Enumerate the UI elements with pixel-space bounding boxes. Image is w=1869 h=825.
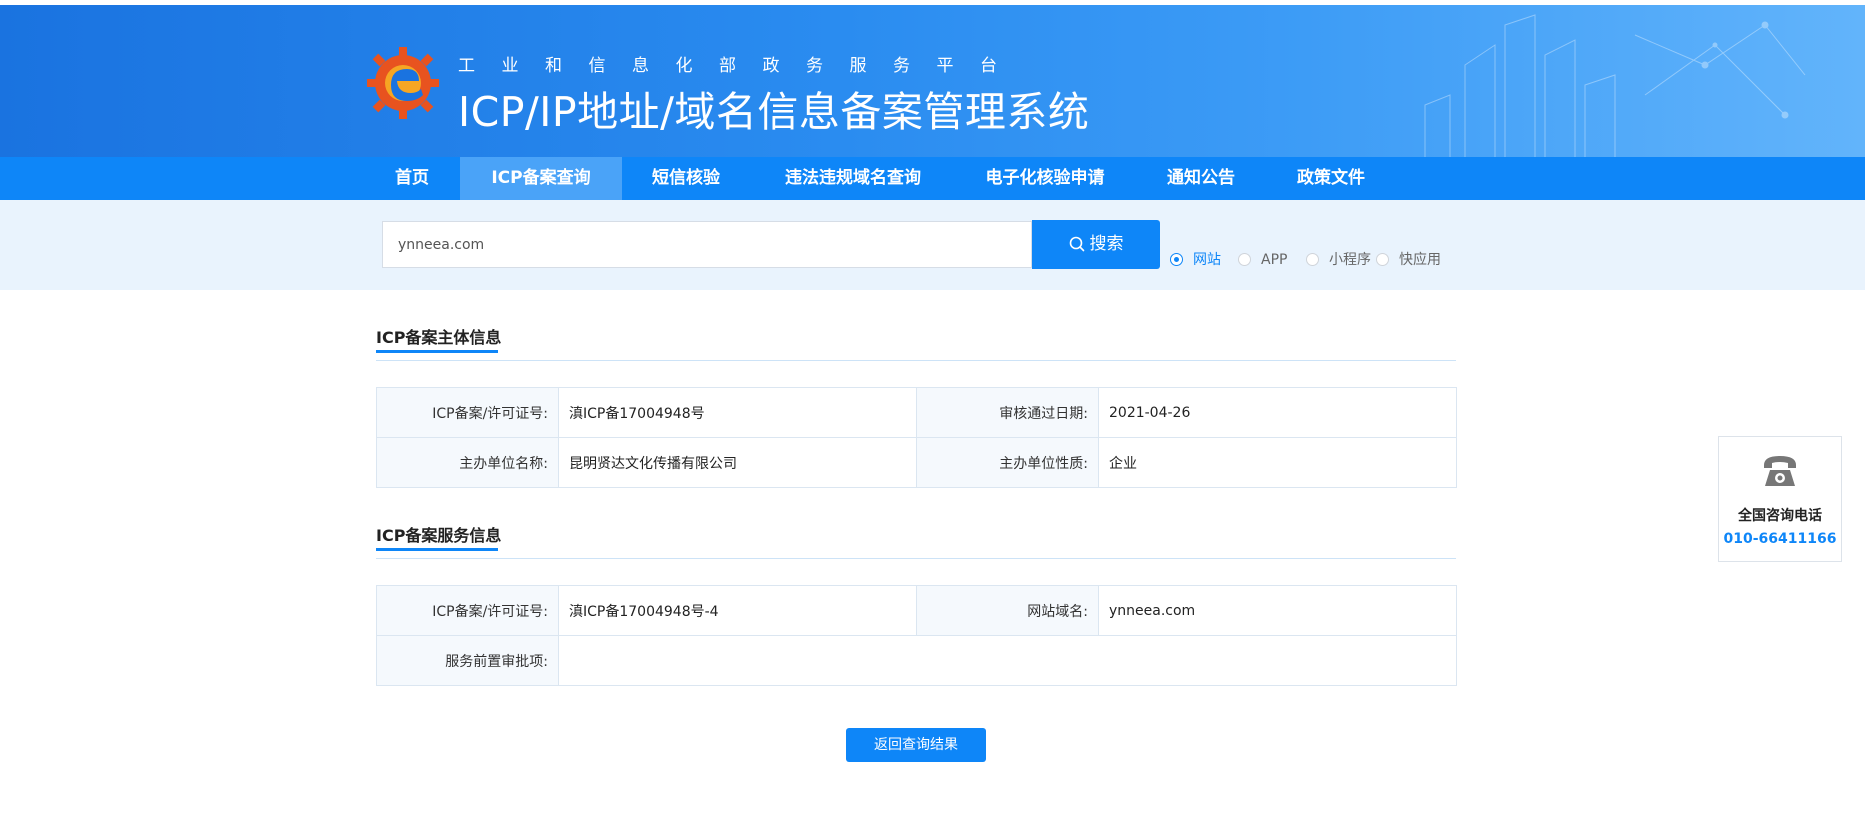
search-button-label: 搜索 (1089, 234, 1124, 254)
field-label: 网站域名: (916, 585, 1099, 636)
search-input[interactable] (382, 221, 1032, 268)
field-label: ICP备案/许可证号: (376, 387, 559, 438)
field-label: ICP备案/许可证号: (376, 585, 559, 636)
system-title: ICP/IP地址/域名信息备案管理系统 (458, 88, 1090, 136)
field-value: 2021-04-26 (1098, 387, 1457, 438)
section-underline (376, 548, 498, 551)
city-skyline-decoration (1424, 14, 1806, 157)
nav-item-e-verify-apply[interactable]: 电子化核验申请 (975, 157, 1115, 200)
field-label: 服务前置审批项: (376, 635, 559, 686)
table-row: ICP备案/许可证号: 滇ICP备17004948号 审核通过日期: 2021-… (376, 387, 1457, 438)
radio-mini-program[interactable]: 小程序 (1306, 251, 1371, 269)
field-label: 审核通过日期: (916, 387, 1099, 438)
consult-phone-widget[interactable]: 全国咨询电话 010-66411166 (1718, 436, 1842, 562)
field-value: ynneea.com (1098, 585, 1457, 636)
field-label: 主办单位性质: (916, 437, 1099, 488)
section-divider (376, 558, 1456, 559)
search-button[interactable]: 搜索 (1032, 220, 1160, 269)
table-row: ICP备案/许可证号: 滇ICP备17004948号-4 网站域名: ynnee… (376, 585, 1457, 636)
field-value: 滇ICP备17004948号-4 (558, 585, 917, 636)
field-value (558, 635, 1457, 686)
radio-website[interactable]: 网站 (1170, 251, 1221, 269)
header-banner: 工业和信息化部政务服务平台 ICP/IP地址/域名信息备案管理系统 (0, 5, 1865, 157)
platform-subtitle: 工业和信息化部政务服务平台 (458, 56, 1024, 76)
field-value: 昆明贤达文化传播有限公司 (558, 437, 917, 488)
field-value: 滇ICP备17004948号 (558, 387, 917, 438)
subject-info-title: ICP备案主体信息 (376, 328, 502, 347)
telephone-icon (1764, 456, 1796, 486)
service-info-title: ICP备案服务信息 (376, 526, 502, 545)
radio-label: 小程序 (1329, 252, 1371, 268)
radio-dot (1238, 253, 1251, 266)
field-label: 主办单位名称: (376, 437, 559, 488)
radio-dot (1306, 253, 1319, 266)
radio-app[interactable]: APP (1238, 251, 1287, 269)
radio-label: APP (1261, 252, 1288, 268)
field-value: 企业 (1098, 437, 1457, 488)
table-row: 主办单位名称: 昆明贤达文化传播有限公司 主办单位性质: 企业 (376, 437, 1457, 488)
section-divider (376, 360, 1456, 361)
nav-item-notices[interactable]: 通知公告 (1160, 157, 1242, 200)
miit-logo (367, 47, 439, 119)
radio-label: 网站 (1193, 252, 1221, 268)
radio-quick-app[interactable]: 快应用 (1376, 251, 1441, 269)
subject-info-table: ICP备案/许可证号: 滇ICP备17004948号 审核通过日期: 2021-… (376, 387, 1457, 488)
nav-item-illegal-domain-query[interactable]: 违法违规域名查询 (772, 157, 934, 200)
radio-label: 快应用 (1399, 252, 1441, 268)
radio-dot (1170, 253, 1183, 266)
consult-phone-number[interactable]: 010-66411166 (1719, 531, 1841, 547)
consult-label: 全国咨询电话 (1738, 508, 1822, 524)
radio-dot (1376, 253, 1389, 266)
nav-item-home[interactable]: 首页 (378, 157, 446, 200)
nav-item-sms-verify[interactable]: 短信核验 (640, 157, 732, 200)
search-icon (1069, 236, 1084, 252)
section-underline (376, 350, 498, 353)
table-row: 服务前置审批项: (376, 635, 1457, 686)
nav-item-policy-docs[interactable]: 政策文件 (1290, 157, 1372, 200)
back-to-results-button[interactable]: 返回查询结果 (846, 728, 986, 762)
service-info-table: ICP备案/许可证号: 滇ICP备17004948号-4 网站域名: ynnee… (376, 585, 1457, 686)
page-edge (1865, 0, 1869, 825)
nav-item-icp-query[interactable]: ICP备案查询 (460, 157, 622, 200)
main-nav: 首页 ICP备案查询 短信核验 违法违规域名查询 电子化核验申请 通知公告 政策… (0, 157, 1865, 200)
